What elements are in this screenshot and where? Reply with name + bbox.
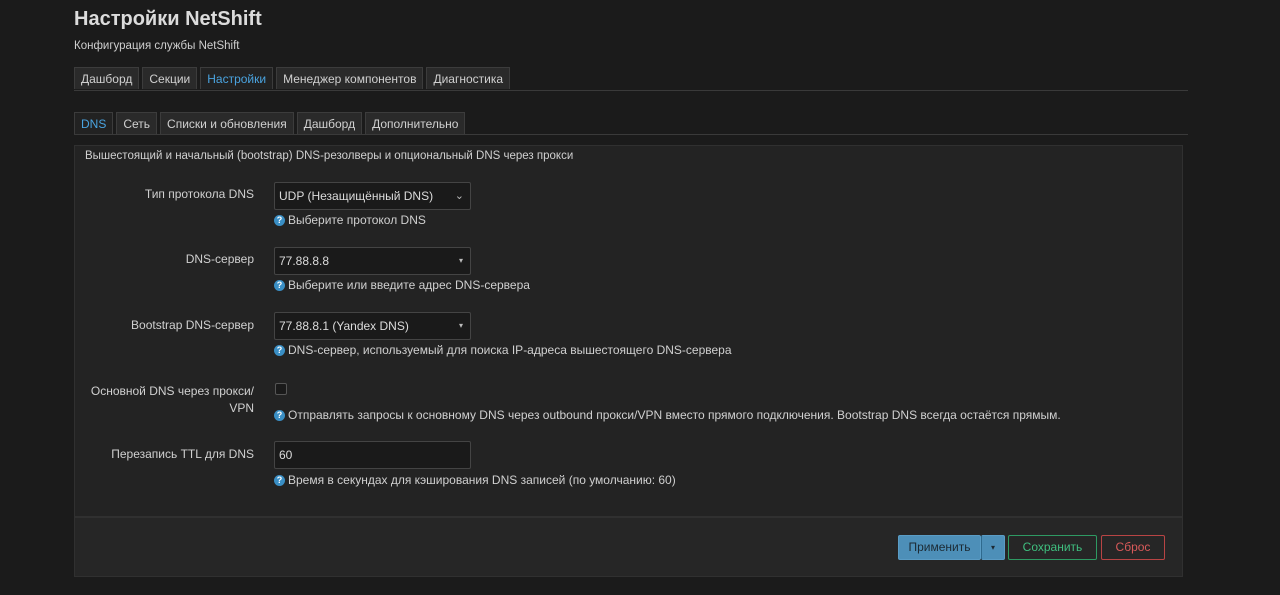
- ttl-hint: ? Время в секундах для кэширования DNS з…: [274, 473, 676, 487]
- dns-server-value: 77.88.8.8: [279, 254, 330, 268]
- protocol-hint-text: Выберите протокол DNS: [288, 213, 426, 227]
- page-title: Настройки NetShift: [74, 8, 262, 30]
- protocol-value: UDP (Незащищённый DNS): [279, 189, 434, 203]
- dns-via-proxy-label-line1: Основной DNS через прокси/: [90, 384, 254, 398]
- bootstrap-dns-combobox[interactable]: 77.88.8.1 (Yandex DNS) ▾: [274, 312, 471, 340]
- dns-server-combobox[interactable]: 77.88.8.8 ▾: [274, 247, 471, 275]
- top-tabs-divider: [74, 90, 1188, 91]
- save-button[interactable]: Сохранить: [1008, 535, 1097, 560]
- subtab-dns[interactable]: DNS: [74, 112, 114, 134]
- protocol-hint: ? Выберите протокол DNS: [274, 213, 426, 227]
- subtab-advanced[interactable]: Дополнительно: [365, 112, 466, 134]
- dns-server-hint-text: Выберите или введите адрес DNS-сервера: [288, 278, 530, 292]
- help-icon: ?: [274, 474, 285, 486]
- dns-server-hint: ? Выберите или введите адрес DNS-сервера: [274, 278, 530, 292]
- reset-button[interactable]: Сброс: [1101, 535, 1165, 560]
- help-icon: ?: [274, 214, 285, 226]
- apply-button[interactable]: Применить: [898, 535, 981, 560]
- caret-down-icon: ▾: [458, 321, 463, 330]
- dns-via-proxy-hint: ? Отправлять запросы к основному DNS чер…: [274, 408, 1061, 422]
- top-tabs: Дашборд Секции Настройки Менеджер компон…: [74, 67, 511, 89]
- tab-dashboard[interactable]: Дашборд: [74, 67, 140, 89]
- protocol-label: Тип протокола DNS: [144, 187, 254, 201]
- caret-down-icon: ▾: [458, 256, 463, 265]
- subtab-lists-updates[interactable]: Списки и обновления: [160, 112, 294, 134]
- help-icon: ?: [274, 409, 285, 421]
- subtab-dashboard[interactable]: Дашборд: [296, 112, 363, 134]
- dns-via-proxy-hint-text: Отправлять запросы к основному DNS через…: [288, 408, 1061, 422]
- action-bar: Применить ▾ Сохранить Сброс: [74, 517, 1183, 577]
- bootstrap-dns-hint: ? DNS-сервер, используемый для поиска IP…: [274, 343, 732, 357]
- chevron-down-icon: ⌄: [454, 190, 464, 202]
- bootstrap-dns-hint-text: DNS-сервер, используемый для поиска IP-а…: [288, 343, 732, 357]
- panel-description: Вышестоящий и начальный (bootstrap) DNS-…: [85, 150, 574, 162]
- help-icon: ?: [274, 279, 285, 291]
- dns-via-proxy-checkbox[interactable]: [275, 383, 287, 395]
- tab-diagnostics[interactable]: Диагностика: [426, 67, 511, 89]
- subtab-network[interactable]: Сеть: [116, 112, 158, 134]
- tab-sections[interactable]: Секции: [142, 67, 198, 89]
- dns-server-label: DNS-сервер: [185, 252, 254, 266]
- sub-tabs-divider: [74, 134, 1188, 135]
- dns-via-proxy-label: Основной DNS через прокси/ VPN: [74, 383, 254, 417]
- ttl-hint-text: Время в секундах для кэширования DNS зап…: [288, 473, 676, 487]
- ttl-label: Перезапись TTL для DNS: [111, 447, 254, 461]
- tab-settings[interactable]: Настройки: [200, 67, 274, 89]
- dns-settings-panel: Вышестоящий и начальный (bootstrap) DNS-…: [74, 145, 1183, 517]
- apply-dropdown-button[interactable]: ▾: [981, 535, 1005, 560]
- page-subtitle: Конфигурация службы NetShift: [74, 40, 240, 52]
- protocol-select[interactable]: UDP (Незащищённый DNS) ⌄: [274, 182, 471, 210]
- bootstrap-dns-value: 77.88.8.1 (Yandex DNS): [279, 319, 409, 333]
- dns-via-proxy-label-line2: VPN: [229, 401, 254, 415]
- ttl-value: 60: [279, 448, 293, 462]
- bootstrap-dns-label: Bootstrap DNS-сервер: [131, 318, 254, 332]
- sub-tabs: DNS Сеть Списки и обновления Дашборд Доп…: [74, 112, 466, 134]
- ttl-input[interactable]: 60: [274, 441, 471, 469]
- help-icon: ?: [274, 344, 285, 356]
- tab-component-manager[interactable]: Менеджер компонентов: [276, 67, 424, 89]
